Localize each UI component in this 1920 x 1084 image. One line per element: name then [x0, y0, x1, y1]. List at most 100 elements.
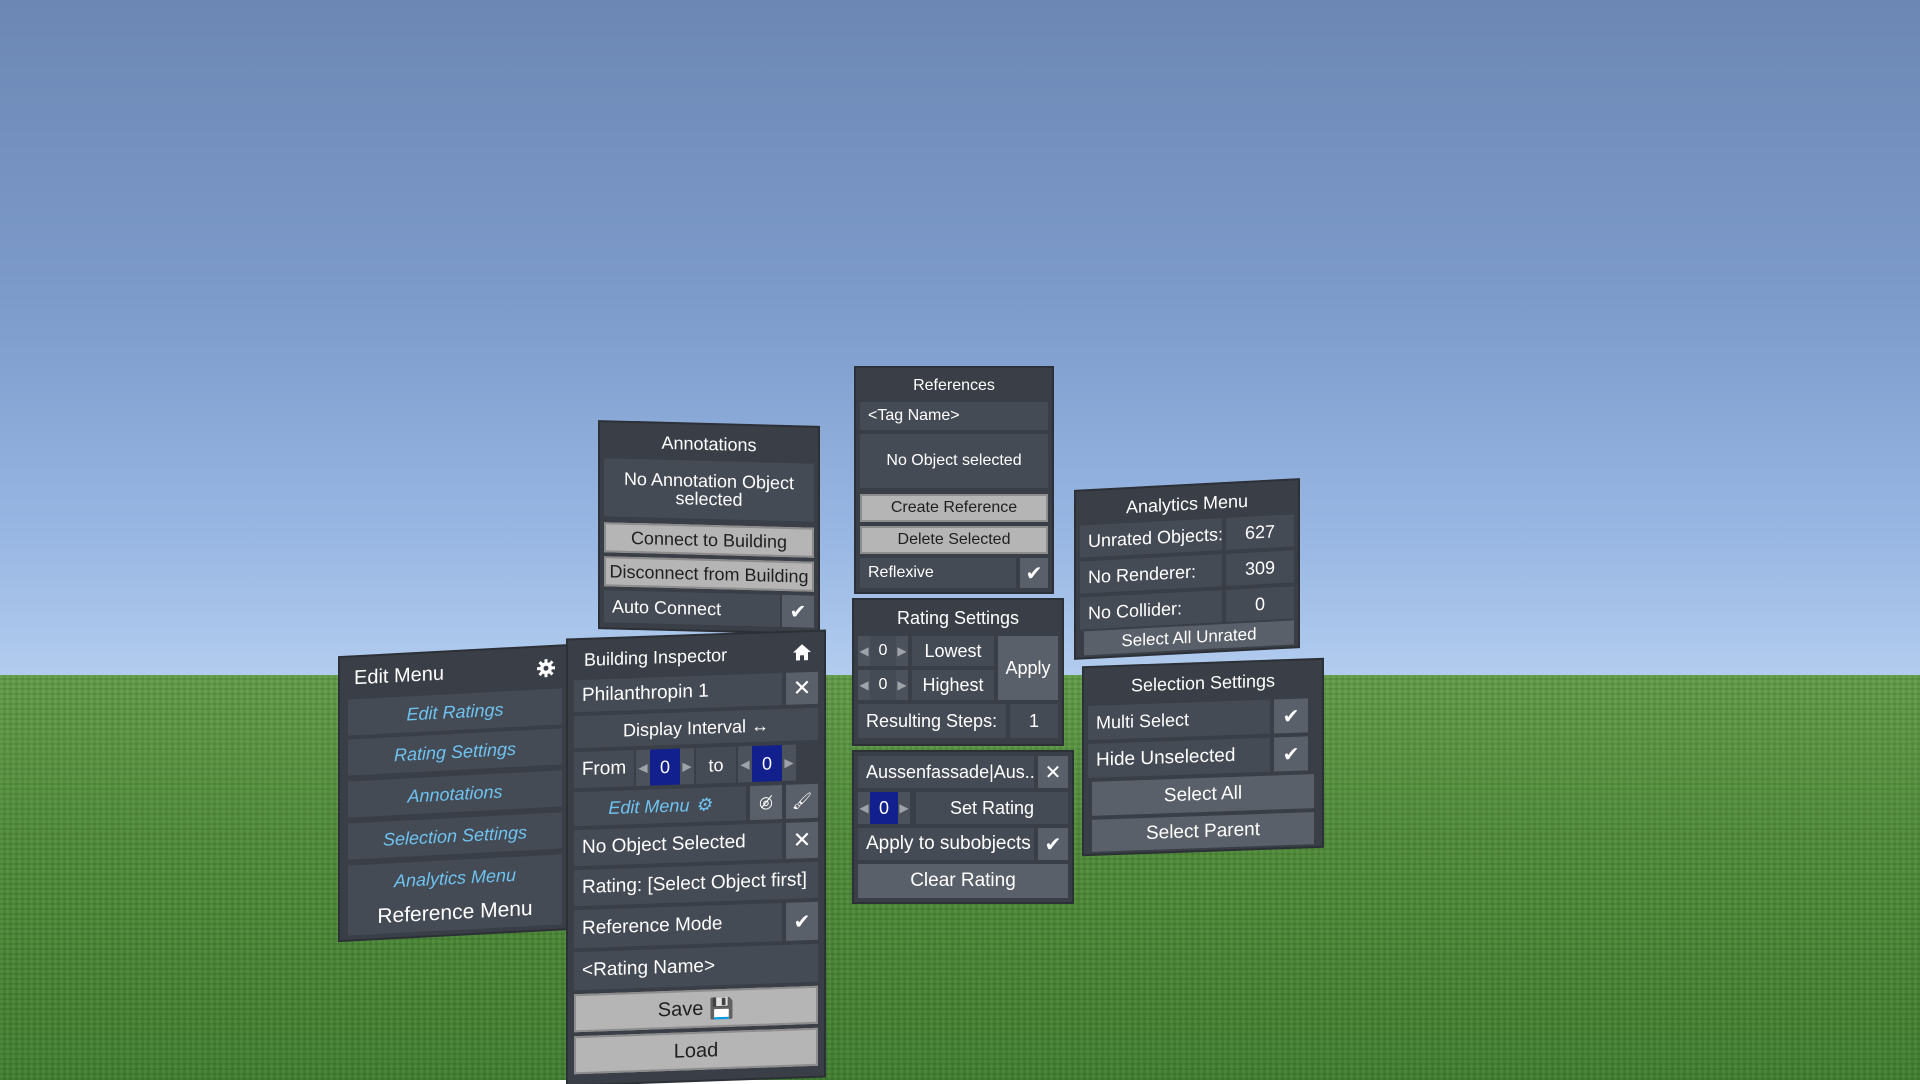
selection-settings-title: Selection Settings: [1084, 663, 1322, 703]
rating-panel: Aussenfassade|Aus... ✕ ◀ 0 ▶ Set Rating …: [854, 752, 1072, 902]
check-icon: ✔: [793, 910, 811, 934]
selection-settings-button[interactable]: Selection Settings: [348, 812, 562, 860]
multi-select-label: Multi Select: [1088, 699, 1270, 741]
lowest-label: Lowest: [912, 636, 994, 666]
unrated-objects-label: Unrated Objects:: [1080, 518, 1222, 558]
check-icon: ✔: [1044, 833, 1062, 856]
hide-unselected-label: Hide Unselected: [1088, 737, 1270, 779]
brush-icon: 🖌: [791, 792, 813, 811]
to-label: to: [696, 746, 736, 784]
save-label: Save: [657, 997, 704, 1021]
create-reference-button[interactable]: Create Reference: [860, 494, 1048, 522]
reference-mode-checkbox[interactable]: ✔: [786, 901, 818, 941]
edit-menu-title: Edit Menu: [354, 662, 445, 689]
multi-select-checkbox[interactable]: ✔: [1274, 698, 1308, 734]
check-icon: ✔: [1025, 562, 1043, 585]
paint-toggle-button[interactable]: 🖌: [786, 783, 818, 819]
selected-object-name: Aussenfassade|Aus...: [858, 756, 1034, 788]
check-icon: ✔: [789, 600, 807, 624]
edit-menu-toggle-label: Edit Menu: [608, 794, 690, 818]
highest-increment-arrow[interactable]: ▶: [896, 670, 908, 700]
analytics-panel: Analytics Menu Unrated Objects: 627 No R…: [1076, 480, 1298, 658]
annotation-status: No Annotation Object selected: [604, 458, 814, 522]
resulting-steps-label: Resulting Steps:: [858, 704, 1006, 738]
rating-settings-button[interactable]: Rating Settings: [348, 728, 562, 776]
select-all-button[interactable]: Select All: [1092, 774, 1314, 816]
rating-increment-arrow[interactable]: ▶: [898, 792, 910, 824]
references-status: No Object selected: [860, 434, 1048, 488]
hide-toggle-button[interactable]: ◎̸: [750, 784, 782, 821]
auto-connect-checkbox[interactable]: ✔: [782, 594, 814, 628]
no-renderer-value: 309: [1226, 550, 1294, 586]
close-icon: ✕: [1044, 761, 1062, 784]
edit-ratings-button[interactable]: Edit Ratings: [348, 688, 562, 736]
highest-value[interactable]: 0: [870, 670, 896, 700]
from-label: From: [574, 750, 634, 789]
clear-rating-button[interactable]: Clear Rating: [858, 864, 1068, 898]
hide-unselected-checkbox[interactable]: ✔: [1274, 736, 1308, 772]
references-panel: References <Tag Name> No Object selected…: [856, 368, 1052, 592]
edit-menu-panel: Edit Menu Edit Ratings Rating Settings A…: [340, 645, 570, 941]
gear-icon[interactable]: [536, 658, 556, 679]
close-icon: ✕: [792, 826, 812, 853]
load-button[interactable]: Load: [574, 1027, 818, 1075]
check-icon: ✔: [1282, 705, 1300, 728]
tag-name-input[interactable]: <Tag Name>: [860, 402, 1048, 430]
highest-decrement-arrow[interactable]: ◀: [858, 670, 870, 700]
display-interval-label: Display Interval ↔: [574, 707, 818, 749]
rating-value[interactable]: 0: [870, 792, 898, 824]
lowest-increment-arrow[interactable]: ▶: [896, 636, 908, 666]
rating-decrement-arrow[interactable]: ◀: [858, 792, 870, 824]
gear-icon: ⚙: [695, 793, 712, 815]
close-object-name-button[interactable]: ✕: [1038, 756, 1068, 788]
lowest-value[interactable]: 0: [870, 636, 896, 666]
close-building-button[interactable]: ✕: [786, 671, 818, 705]
from-increment-arrow[interactable]: ▶: [680, 748, 694, 785]
apply-subobjects-label: Apply to subobjects: [858, 828, 1034, 860]
building-inspector-header: Building Inspector: [568, 635, 824, 677]
connect-to-building-button[interactable]: Connect to Building: [604, 522, 814, 558]
selection-settings-panel: Selection Settings Multi Select ✔ Hide U…: [1084, 659, 1322, 855]
close-icon: ✕: [792, 674, 812, 701]
annotations-panel: Annotations No Annotation Object selecte…: [600, 422, 818, 633]
select-parent-button[interactable]: Select Parent: [1092, 812, 1314, 852]
from-decrement-arrow[interactable]: ◀: [636, 749, 650, 787]
building-inspector-panel: Building Inspector Philanthropin 1 ✕ Dis…: [568, 631, 824, 1084]
lowest-decrement-arrow[interactable]: ◀: [858, 636, 870, 666]
home-icon[interactable]: [792, 643, 812, 662]
references-title: References: [856, 372, 1052, 400]
no-collider-value: 0: [1226, 586, 1294, 622]
reflexive-checkbox[interactable]: ✔: [1020, 558, 1048, 588]
building-name: Philanthropin 1: [574, 672, 782, 713]
no-collider-label: No Collider:: [1080, 590, 1222, 630]
to-decrement-arrow[interactable]: ◀: [738, 746, 752, 783]
hide-icon: ◎̸: [759, 794, 773, 812]
close-object-button[interactable]: ✕: [786, 821, 818, 859]
apply-subobjects-checkbox[interactable]: ✔: [1038, 828, 1068, 860]
building-inspector-title: Building Inspector: [584, 644, 728, 670]
unrated-objects-value: 627: [1226, 514, 1294, 550]
resulting-steps-value: 1: [1010, 704, 1058, 738]
save-button[interactable]: Save 💾: [574, 985, 818, 1033]
object-status: No Object Selected: [574, 822, 782, 867]
edit-menu-toggle-button[interactable]: Edit Menu ⚙: [574, 786, 746, 827]
no-renderer-label: No Renderer:: [1080, 554, 1222, 594]
highest-label: Highest: [912, 670, 994, 700]
to-value[interactable]: 0: [752, 744, 782, 783]
rating-name-input[interactable]: <Rating Name>: [574, 943, 818, 991]
check-icon: ✔: [1282, 743, 1300, 766]
to-increment-arrow[interactable]: ▶: [782, 744, 796, 781]
save-icon: 💾: [709, 997, 735, 1021]
annotations-title: Annotations: [600, 426, 818, 462]
set-rating-button[interactable]: Set Rating: [916, 792, 1068, 824]
disconnect-from-building-button[interactable]: Disconnect from Building: [604, 556, 814, 592]
rating-settings-title: Rating Settings: [854, 604, 1062, 632]
rating-status: Rating: [Select Object first]: [574, 861, 818, 907]
annotations-button[interactable]: Annotations: [348, 770, 562, 818]
from-value[interactable]: 0: [650, 748, 680, 786]
reference-mode-label: Reference Mode: [574, 902, 782, 949]
delete-selected-button[interactable]: Delete Selected: [860, 526, 1048, 554]
reflexive-label: Reflexive: [860, 558, 1016, 588]
auto-connect-label: Auto Connect: [604, 590, 780, 627]
apply-button[interactable]: Apply: [998, 636, 1058, 700]
